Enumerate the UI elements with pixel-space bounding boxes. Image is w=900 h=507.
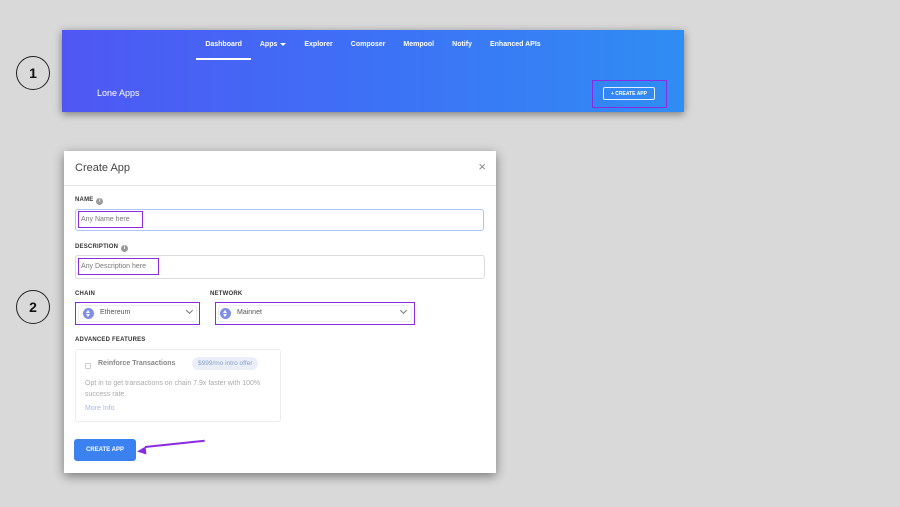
nav-item-notify[interactable]: Notify [443,40,481,60]
chain-label: CHAIN [75,291,95,297]
caret-down-icon [280,42,287,46]
close-icon[interactable]: × [478,160,486,173]
create-app-modal: Create App × NAME i Any Name here DESCRIP… [64,151,496,473]
nav-item-mempool[interactable]: Mempool [394,40,443,60]
ethereum-icon [220,308,231,319]
step-number-2: 2 [16,290,50,324]
offer-badge: $999/mo intro offer [192,357,259,370]
description-placeholder: Any Description here [81,263,146,270]
top-nav: Dashboard Apps Explorer Composer Mempool… [62,40,684,60]
nav-item-dashboard[interactable]: Dashboard [196,40,251,60]
dashboard-header: Dashboard Apps Explorer Composer Mempool… [62,30,684,112]
create-app-submit-button[interactable]: CREATE APP [74,439,136,461]
chain-select-value: Ethereum [100,309,131,316]
nav-item-composer[interactable]: Composer [342,40,395,60]
annotation-arrow-head [136,446,147,456]
name-label: NAME i [75,197,104,205]
nav-item-apps[interactable]: Apps [251,40,296,60]
advanced-features-label: ADVANCED FEATURES [75,337,146,343]
description-label: DESCRIPTION i [75,244,129,252]
ethereum-icon [83,308,94,319]
name-placeholder: Any Name here [81,216,130,223]
info-icon: i [96,198,104,205]
more-info-link[interactable]: More Info [85,405,115,412]
reinforce-title: Reinforce Transactions [98,360,176,367]
reinforce-checkbox[interactable] [85,363,91,369]
create-app-header-button[interactable]: + CREATE APP [603,87,655,100]
page-title: Lone Apps [97,88,140,98]
modal-header: Create App × [64,151,496,186]
modal-title: Create App [75,162,131,174]
network-label: NETWORK [210,291,243,297]
nav-item-enhanced-apis[interactable]: Enhanced APIs [481,40,550,60]
info-icon: i [121,245,129,252]
step-number-1: 1 [16,56,50,90]
advanced-feature-card: Reinforce Transactions $999/mo intro off… [75,349,281,422]
network-select-value: Mainnet [237,309,262,316]
reinforce-description: Opt in to get transactions on chain 7.9x… [85,380,261,398]
chain-select[interactable] [78,305,197,322]
nav-item-explorer[interactable]: Explorer [295,40,341,60]
